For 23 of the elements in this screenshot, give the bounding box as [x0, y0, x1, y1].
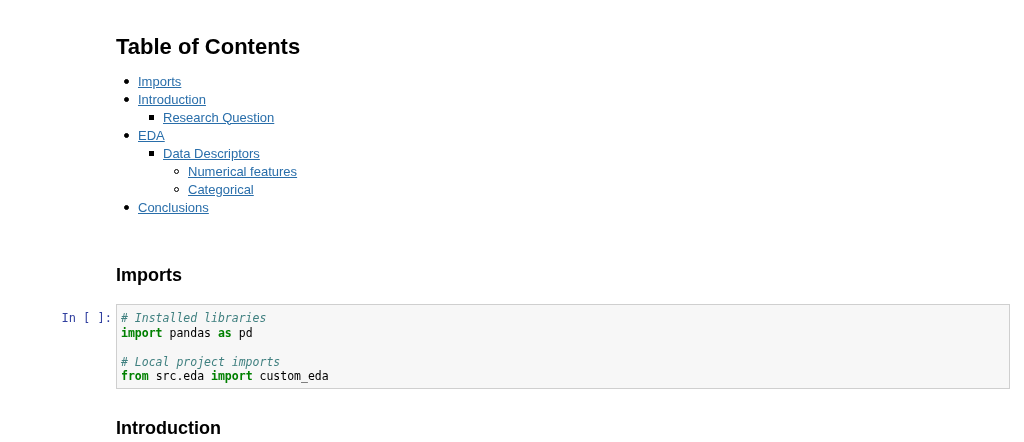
code-line: from src.eda import custom_eda [121, 369, 330, 384]
toc-link[interactable]: Introduction [138, 91, 206, 107]
toc-link[interactable]: Research Question [163, 109, 275, 125]
bullet-icon [124, 96, 129, 102]
toc-title: Table of Contents [116, 34, 302, 60]
code-line: import pandas as pd [121, 325, 254, 340]
bullet-icon [149, 114, 154, 120]
section-heading: Introduction [116, 416, 222, 439]
toc-link[interactable]: EDA [138, 127, 165, 143]
code-line: # Local project imports [121, 354, 282, 369]
code-cell[interactable]: # Installed libraries import pandas as pd # Local project imports from src.eda import custom_eda [116, 304, 1010, 389]
bullet-icon [124, 132, 129, 138]
cell-prompt: In [ ]: [60, 310, 112, 325]
toc-link[interactable]: Imports [138, 73, 182, 89]
toc-link[interactable]: Numerical features [188, 163, 298, 179]
toc-link[interactable]: Categorical [188, 181, 254, 197]
section-heading: Imports [116, 264, 183, 286]
code-line: # Installed libraries [121, 311, 268, 326]
bullet-icon [149, 150, 154, 156]
bullet-icon [124, 78, 129, 84]
toc-link[interactable]: Conclusions [138, 199, 209, 215]
bullet-icon [124, 204, 129, 210]
toc-link[interactable]: Data Descriptors [163, 145, 260, 161]
